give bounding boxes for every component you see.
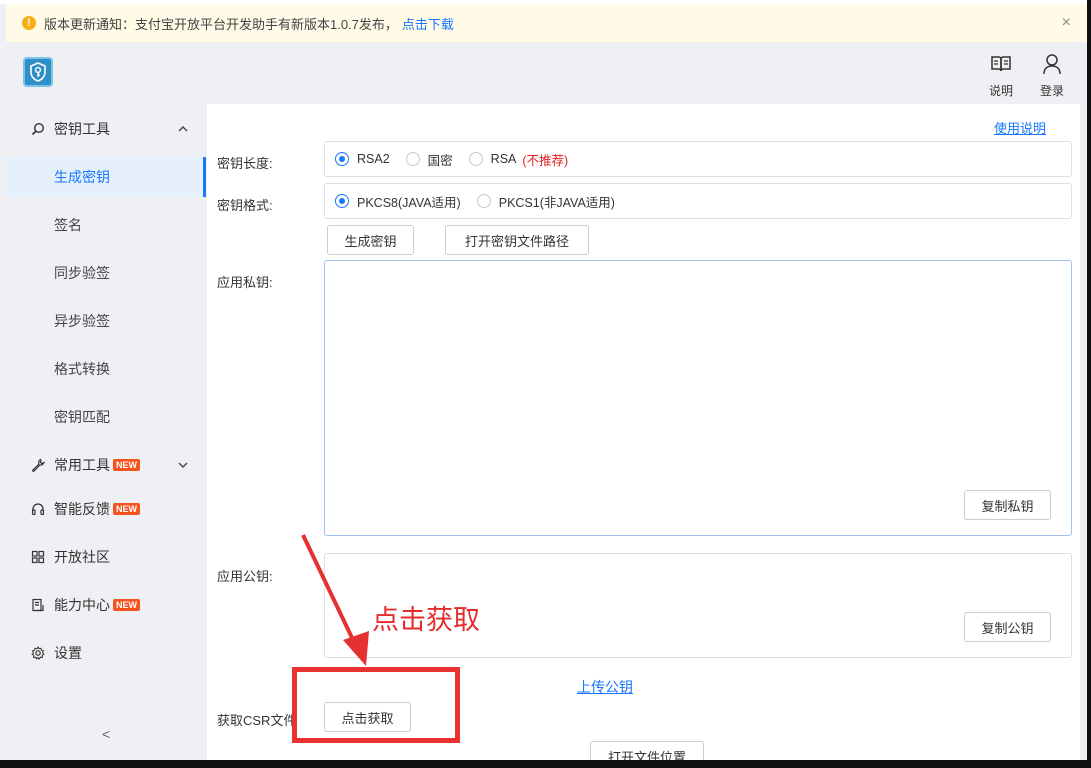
annotation-text: 点击获取 [372,605,480,636]
window-border-right [1087,0,1091,768]
annotation-arrow [301,534,369,666]
annotation-highlight-box [292,667,460,743]
window-border-bottom [0,760,1091,768]
app-window: ! 版本更新通知：支付宝开放平台开发助手有新版本1.0.7发布， 点击下载 × … [0,0,1087,760]
